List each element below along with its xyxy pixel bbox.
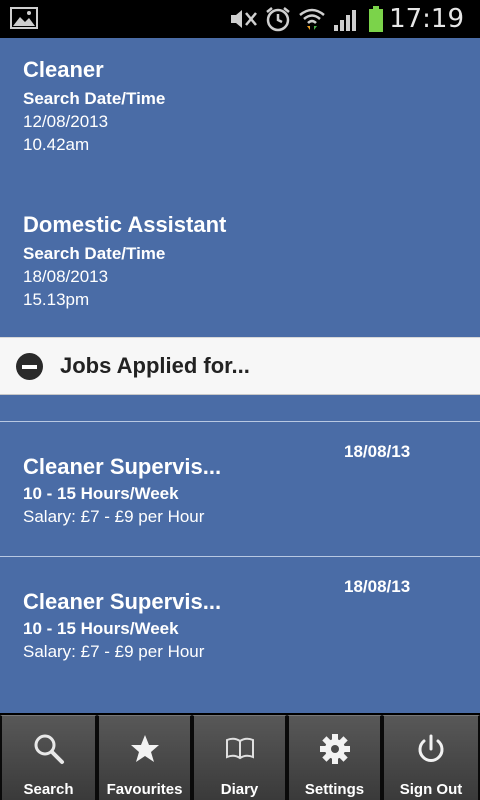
job-hours: 10 - 15 Hours/Week [23, 484, 179, 503]
nav-label: Sign Out [399, 781, 463, 798]
nav-sign-out-button[interactable]: Sign Out [382, 715, 480, 800]
nav-label: Favourites [106, 781, 183, 798]
job-list-item[interactable]: 18/08/13 Cleaner Supervis... 10 - 15 Hou… [0, 557, 480, 691]
search-date-label: Search Date/Time [23, 244, 166, 263]
job-date: 18/08/13 [344, 577, 411, 596]
battery-icon [369, 6, 383, 32]
saved-search-item[interactable]: Cleaner Search Date/Time 12/08/2013 10.4… [23, 56, 165, 156]
mute-icon [231, 10, 257, 28]
jobs-applied-header[interactable]: Jobs Applied for... [0, 337, 480, 395]
image-notification-icon [10, 7, 38, 29]
nav-label: Diary [220, 781, 259, 798]
gear-icon [319, 734, 350, 764]
collapse-icon [16, 352, 43, 380]
job-salary: Salary: £7 - £9 per Hour [23, 642, 205, 661]
nav-favourites-button[interactable]: Favourites [97, 715, 192, 800]
search-time: 15.13pm [23, 290, 90, 309]
search-date: 12/08/2013 [23, 112, 109, 131]
power-icon [418, 734, 444, 762]
bottom-nav: Search Favourites Diary Settings Sign Ou… [0, 713, 480, 800]
job-list-item[interactable]: 18/08/13 Cleaner Supervis... 10 - 15 Hou… [0, 422, 480, 556]
signal-icon [334, 10, 356, 31]
search-title: Domestic Assistant [23, 212, 227, 237]
section-title: Jobs Applied for... [60, 353, 250, 378]
nav-search-button[interactable]: Search [0, 715, 97, 800]
job-title: Cleaner Supervis... [23, 589, 222, 614]
status-bar: 17:19 [0, 0, 480, 38]
job-hours: 10 - 15 Hours/Week [23, 619, 179, 638]
nav-label: Search [23, 781, 74, 798]
job-title: Cleaner Supervis... [23, 454, 222, 479]
search-date-label: Search Date/Time [23, 89, 166, 108]
job-salary: Salary: £7 - £9 per Hour [23, 507, 205, 526]
search-time: 10.42am [23, 135, 90, 154]
book-icon [225, 737, 254, 760]
saved-search-item[interactable]: Domestic Assistant Search Date/Time 18/0… [23, 211, 226, 311]
alarm-icon [266, 7, 290, 32]
nav-label: Settings [304, 781, 365, 798]
nav-diary-button[interactable]: Diary [192, 715, 287, 800]
main-content: Cleaner Search Date/Time 12/08/2013 10.4… [0, 38, 480, 713]
job-date: 18/08/13 [344, 442, 411, 461]
status-clock: 17:19 [389, 4, 464, 34]
search-date: 18/08/2013 [23, 267, 109, 286]
star-icon [130, 735, 159, 762]
wifi-icon [299, 8, 325, 30]
nav-settings-button[interactable]: Settings [287, 715, 382, 800]
search-title: Cleaner [23, 57, 104, 82]
search-icon [34, 734, 64, 764]
